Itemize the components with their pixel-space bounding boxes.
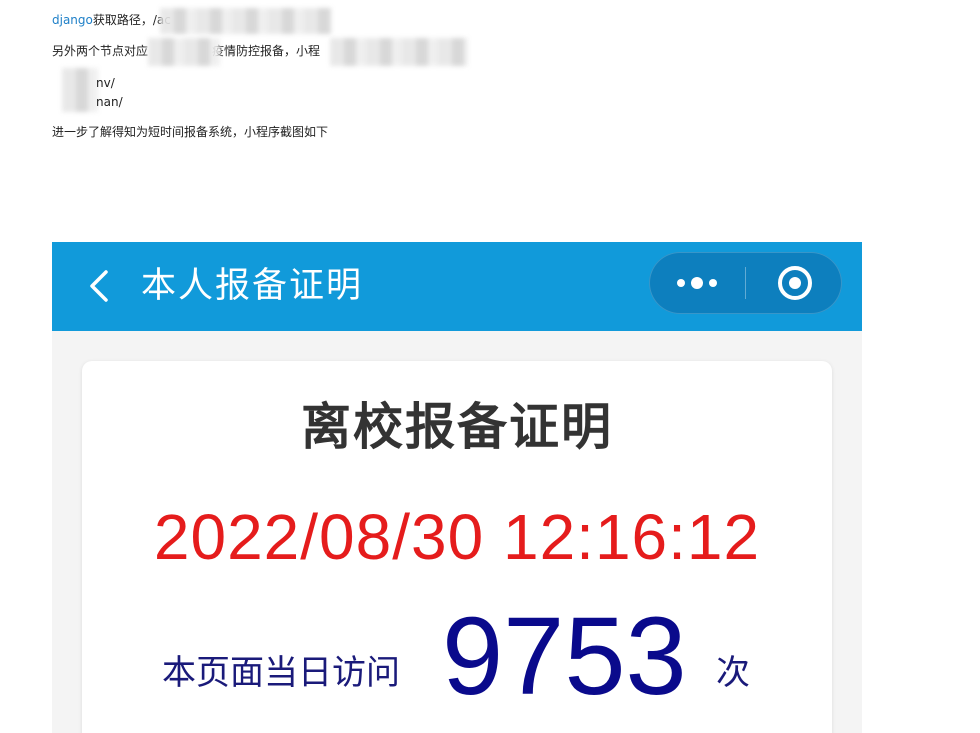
article-line-2-part1: 另外两个节点对应 <box>52 44 149 58</box>
certificate-title: 离校报备证明 <box>301 398 613 456</box>
article-line-3-text: nv/ <box>96 76 115 90</box>
article-line-2-part2: 疫情防控报备，小程 <box>212 44 321 58</box>
mini-program-navbar: 本人报备证明 <box>52 242 862 331</box>
django-link[interactable]: django <box>52 13 93 27</box>
redaction-blur-4 <box>62 68 98 112</box>
visit-count-label: 本页面当日访问 <box>162 653 400 693</box>
more-dots-icon[interactable] <box>667 262 727 304</box>
certificate-datetime: 2022/08/30 12:16:12 <box>153 501 761 573</box>
redaction-blur-1 <box>160 8 332 34</box>
nav-title: 本人报备证明 <box>141 266 364 306</box>
mini-program-screenshot: 本人报备证明 离校报备证明 2022/08/30 12:16:12 本页面当日访… <box>52 242 862 733</box>
visit-count-unit: 次 <box>716 653 750 693</box>
target-circle-icon[interactable] <box>767 262 823 304</box>
certificate-card: 离校报备证明 2022/08/30 12:16:12 本页面当日访问 9753 … <box>82 361 832 733</box>
article-line-4-text: nan/ <box>96 95 123 109</box>
chevron-left-icon[interactable] <box>82 266 122 306</box>
article-line-5: 进一步了解得知为短时间报备系统，小程序截图如下 <box>52 124 328 140</box>
capsule-divider <box>745 267 746 299</box>
article-line-1: django获取路径，/ac <box>52 12 171 28</box>
mini-program-capsule <box>649 252 842 314</box>
redaction-blur-3 <box>330 38 468 66</box>
visit-count-value: 9753 <box>442 595 687 718</box>
article-line-3: nv/ <box>96 75 115 91</box>
article-line-5-text: 进一步了解得知为短时间报备系统，小程序截图如下 <box>52 125 329 139</box>
redaction-blur-2 <box>148 38 220 66</box>
article-line-4: nan/ <box>96 94 123 110</box>
